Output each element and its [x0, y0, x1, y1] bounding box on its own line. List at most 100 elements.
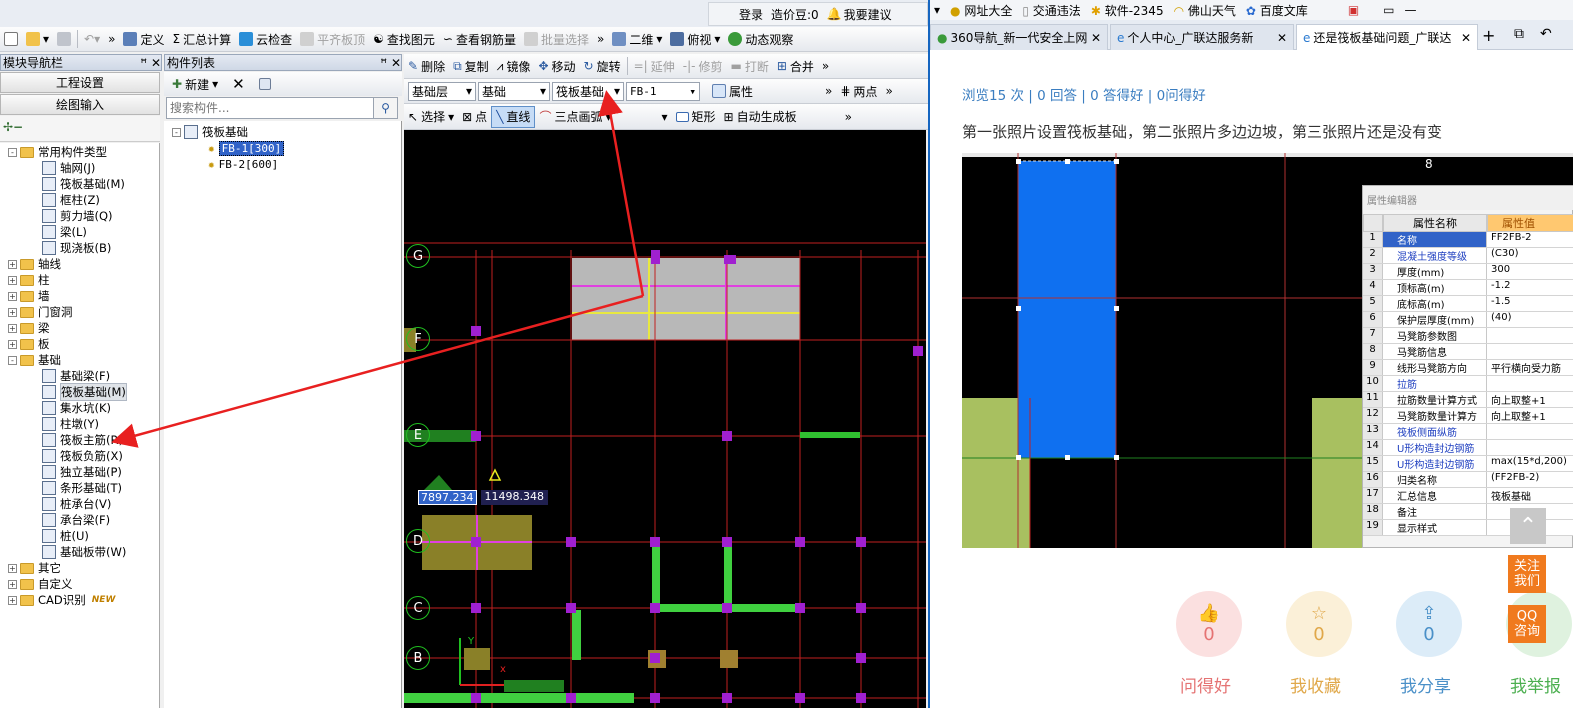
qq-consult-button[interactable]: QQ咨询: [1508, 605, 1546, 643]
property-name: U形构造封边钢筋: [1383, 456, 1487, 471]
property-value: [1487, 344, 1573, 359]
action-label[interactable]: 我分享: [1400, 672, 1451, 697]
property-value: (C30): [1491, 248, 1519, 259]
bookmark-item[interactable]: ✱ 软件-2345: [1091, 2, 1164, 19]
bookmark-overflow-icon[interactable]: ▾: [934, 3, 940, 17]
browser-tab-question[interactable]: e 还是筏板基础问题_广联达 ✕: [1296, 24, 1478, 50]
undo-tab-icon[interactable]: ↶: [1540, 26, 1552, 42]
property-index: 7: [1363, 328, 1383, 343]
property-row[interactable]: 16 归类名称 (FF2FB-2): [1363, 472, 1573, 488]
bookmark-bar: ▾ ● 网址大全 ▯ 交通违法 ✱ 软件-2345 ◠ 佛山天气 ✿ 百度文库 …: [930, 0, 1573, 20]
action-0-button[interactable]: 👍 0: [1176, 591, 1242, 657]
property-header: 属性名称 属性值: [1363, 214, 1573, 232]
property-row[interactable]: 7 马凳筋参数图: [1363, 328, 1573, 344]
property-editor-panel: 属性编辑器 属性名称 属性值 1 名称 FF2FB-2 2 混凝土强度等级 (C30) 3 厚…: [1362, 185, 1573, 548]
property-index: 2: [1363, 248, 1383, 263]
property-row[interactable]: 17 汇总信息 筏板基础: [1363, 488, 1573, 504]
property-row[interactable]: 4 顶标高(m) -1.2: [1363, 280, 1573, 296]
property-value: 筏板基础: [1491, 492, 1531, 503]
action-label[interactable]: 我收藏: [1290, 672, 1341, 697]
new-tab-icon[interactable]: +: [1482, 26, 1495, 45]
star-icon: ☆: [1310, 603, 1328, 624]
property-index: 18: [1363, 504, 1383, 519]
property-index: 11: [1363, 392, 1383, 407]
property-index: 14: [1363, 440, 1383, 455]
property-index: 15: [1363, 456, 1383, 471]
property-name: 保护层厚度(mm): [1383, 312, 1487, 327]
question-text: 第一张照片设置筏板基础，第二张照片多边边坡，第三张照片还是没有变: [962, 123, 1443, 141]
qq-consult-label: QQ咨询: [1513, 609, 1540, 639]
question-screenshot[interactable]: 8 属性编辑器 属性名称 属性值 1 名称 FF2FB-2 2 混凝土强度等级 (C30)…: [962, 153, 1573, 548]
star-icon: ✱: [1090, 3, 1101, 18]
property-index: 17: [1363, 488, 1383, 503]
property-row[interactable]: 10 拉筋: [1363, 376, 1573, 392]
browser-tab-360[interactable]: ● 360导航_新一代安全上网 ✕: [930, 24, 1108, 50]
property-row[interactable]: 5 底标高(m) -1.5: [1363, 296, 1573, 312]
restore-tabs-icon[interactable]: ⧉: [1514, 26, 1524, 42]
bookmark-item[interactable]: ▯ 交通违法: [1022, 2, 1080, 19]
property-value: [1487, 376, 1573, 391]
property-row[interactable]: 14 U形构造封边钢筋: [1363, 440, 1573, 456]
property-row[interactable]: 8 马凳筋信息: [1363, 344, 1573, 360]
property-index: 19: [1363, 520, 1383, 535]
property-index: 13: [1363, 424, 1383, 439]
col-value-header: 属性值: [1487, 214, 1573, 232]
tab-favicon-icon: ●: [937, 30, 948, 45]
property-row[interactable]: 11 拉筋数量计算方式 向上取整+1: [1363, 392, 1573, 408]
property-row[interactable]: 1 名称 FF2FB-2: [1363, 232, 1573, 248]
property-row[interactable]: 15 U形构造封边钢筋 max(15*d,200): [1363, 456, 1573, 472]
property-index: 3: [1363, 264, 1383, 279]
question-stats: 浏览15 次 | 0 回答 | 0 答得好 | 0问得好: [962, 88, 1206, 104]
property-value: 平行横向受力筋: [1491, 364, 1561, 375]
property-name: 显示样式: [1383, 520, 1487, 535]
property-row[interactable]: 2 混凝土强度等级 (C30): [1363, 248, 1573, 264]
property-name: 汇总信息: [1383, 488, 1487, 503]
action-label[interactable]: 我举报: [1510, 672, 1561, 697]
property-row[interactable]: 3 厚度(mm) 300: [1363, 264, 1573, 280]
property-index: 1: [1363, 232, 1383, 247]
follow-us-button[interactable]: 关注我们: [1508, 555, 1546, 593]
property-row[interactable]: 13 筏板侧面纵筋: [1363, 424, 1573, 440]
browser-window: ▾ ● 网址大全 ▯ 交通违法 ✱ 软件-2345 ◠ 佛山天气 ✿ 百度文库 …: [930, 0, 1573, 708]
property-name: 名称: [1383, 232, 1487, 247]
pdf-icon[interactable]: ▣: [1348, 3, 1359, 17]
property-name: 拉筋: [1383, 376, 1487, 391]
action-count: 0: [1313, 624, 1325, 645]
action-count: 0: [1203, 624, 1215, 645]
property-index: 16: [1363, 472, 1383, 487]
tab-label: 个人中心_广联达服务新: [1127, 31, 1254, 45]
property-row[interactable]: 12 马凳筋数量计算方 向上取整+1: [1363, 408, 1573, 424]
property-name: 厚度(mm): [1383, 264, 1487, 279]
close-icon[interactable]: ✕: [1091, 31, 1101, 45]
property-name: 底标高(m): [1383, 296, 1487, 311]
property-row[interactable]: 9 线形马凳筋方向 平行横向受力筋: [1363, 360, 1573, 376]
property-row[interactable]: 6 保护层厚度(mm) (40): [1363, 312, 1573, 328]
minimize-icon[interactable]: —: [1405, 3, 1417, 17]
property-value: (FF2FB-2): [1491, 472, 1540, 483]
window-icon[interactable]: ▭: [1383, 3, 1394, 17]
back-to-top-icon[interactable]: ⌃: [1510, 508, 1546, 544]
property-value: [1487, 440, 1573, 455]
bookmark-item[interactable]: ● 网址大全: [950, 2, 1012, 19]
shot-drawing: [962, 153, 1362, 548]
property-name: 备注: [1383, 504, 1487, 519]
property-value: max(15*d,200): [1491, 456, 1567, 467]
property-index: 6: [1363, 312, 1383, 327]
browser-tab-profile[interactable]: e 个人中心_广联达服务新 ✕: [1110, 24, 1294, 50]
browser-tab-bar: ● 360导航_新一代安全上网 ✕ e 个人中心_广联达服务新 ✕ e 还是筏板基础问题_…: [930, 20, 1573, 50]
close-icon[interactable]: ✕: [1277, 31, 1287, 45]
bookmark-item[interactable]: ◠ 佛山天气: [1174, 2, 1236, 19]
page-icon: ▯: [1022, 3, 1029, 18]
action-1-button[interactable]: ☆ 0: [1286, 591, 1352, 657]
property-value: -1.2: [1491, 280, 1511, 291]
action-label[interactable]: 问得好: [1180, 672, 1231, 697]
property-value: [1487, 424, 1573, 439]
property-name: U形构造封边钢筋: [1383, 440, 1487, 455]
action-2-button[interactable]: ⇪ 0: [1396, 591, 1462, 657]
property-name: 顶标高(m): [1383, 280, 1487, 295]
property-value: FF2FB-2: [1491, 232, 1532, 243]
paw-icon: ✿: [1245, 3, 1256, 18]
property-editor-title: 属性编辑器: [1363, 186, 1573, 210]
bookmark-item[interactable]: ✿ 百度文库: [1246, 2, 1308, 19]
close-icon[interactable]: ✕: [1461, 31, 1471, 45]
